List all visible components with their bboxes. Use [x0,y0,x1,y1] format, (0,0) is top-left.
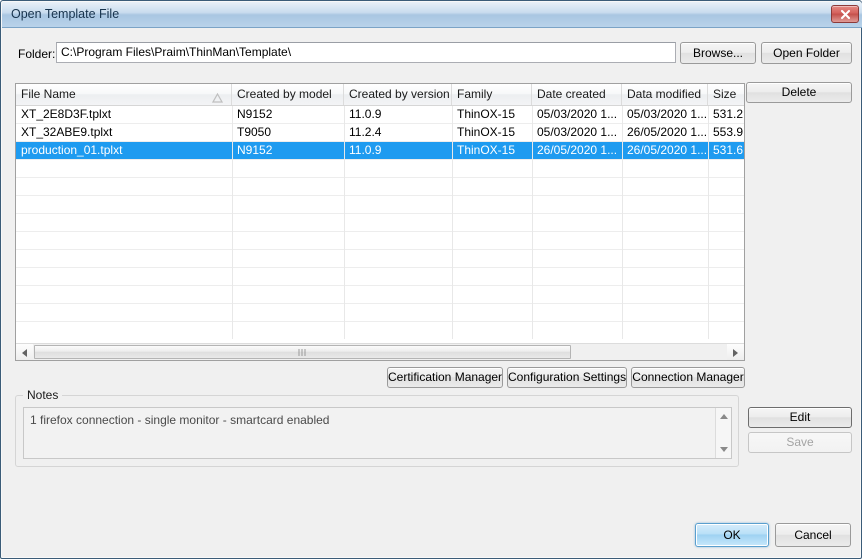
column-header-label: Data modified [627,87,702,101]
column-header-created-by-version[interactable]: Created by version [344,84,452,105]
table-row-empty [16,232,744,250]
horizontal-scrollbar[interactable] [16,343,744,360]
column-header-label: Size [713,87,737,101]
notes-scroll-up-arrow[interactable] [716,408,731,424]
column-header-label: Created by version [349,87,450,101]
table-row-empty [16,178,744,196]
notes-scroll-down-arrow[interactable] [716,442,731,458]
cell-created-by-model: N9152 [237,107,273,121]
scroll-thumb[interactable] [34,345,571,359]
open-template-file-dialog: Open Template File Folder: C:\Program Fi… [0,0,862,559]
column-separator [344,106,345,339]
column-separator [532,106,533,339]
table-row-empty [16,250,744,268]
cell-data-modified: 26/05/2020 1... [627,143,708,157]
cell-data-modified: 26/05/2020 1... [627,125,708,139]
table-header-row: File Name Created by model Created by vers… [16,84,744,106]
notes-vertical-scrollbar[interactable] [715,408,731,458]
column-separator [708,106,709,339]
column-separator [622,106,623,339]
configuration-settings-button[interactable]: Configuration Settings [507,367,627,388]
delete-button[interactable]: Delete [746,82,852,103]
table-row[interactable]: production_01.tplxt N9152 11.0.9 ThinOX-15 2… [16,142,744,160]
save-button: Save [748,432,852,453]
cell-data-modified: 05/03/2020 1... [627,107,708,121]
window-title: Open Template File [11,7,120,21]
cell-date-created: 05/03/2020 1... [537,125,618,139]
sort-ascending-icon [211,89,224,105]
cell-family: ThinOX-15 [457,107,516,121]
scroll-grip-icon [298,349,307,356]
ok-button[interactable]: OK [695,523,769,547]
connection-manager-button[interactable]: Connection Manager [631,367,745,388]
cell-family: ThinOX-15 [457,143,516,157]
table-row-empty [16,196,744,214]
table-row-empty [16,160,744,178]
cell-created-by-version: 11.0.9 [349,143,382,157]
cell-created-by-version: 11.2.4 [349,125,382,139]
table-row[interactable]: XT_2E8D3F.tplxt N9152 11.0.9 ThinOX-15 05/03… [16,106,744,124]
cell-size: 531.2 K [713,107,744,121]
cell-created-by-version: 11.0.9 [349,107,382,121]
table-row-empty [16,322,744,339]
column-header-date-created[interactable]: Date created [532,84,622,105]
column-header-created-by-model[interactable]: Created by model [232,84,344,105]
column-header-family[interactable]: Family [452,84,532,105]
column-header-size[interactable]: Size [708,84,744,105]
browse-button[interactable]: Browse... [680,42,756,64]
column-separator [232,106,233,339]
column-header-data-modified[interactable]: Data modified [622,84,708,105]
cell-file-name: XT_32ABE9.tplxt [21,125,113,139]
cell-size: 553.9 K [713,125,744,139]
column-header-file-name[interactable]: File Name [16,84,232,105]
scroll-right-arrow[interactable] [727,344,744,360]
table-row-empty [16,304,744,322]
certification-manager-button[interactable]: Certification Manager [387,367,503,388]
title-bar: Open Template File [2,2,862,28]
cell-date-created: 05/03/2020 1... [537,107,618,121]
cell-file-name: XT_2E8D3F.tplxt [21,107,112,121]
table-body: XT_2E8D3F.tplxt N9152 11.0.9 ThinOX-15 05/03… [16,106,744,339]
column-header-label: File Name [21,87,76,101]
column-header-label: Date created [537,87,606,101]
close-icon[interactable] [831,5,859,23]
cancel-button[interactable]: Cancel [775,523,851,547]
table-row-empty [16,268,744,286]
edit-button[interactable]: Edit [748,407,852,428]
cell-created-by-model: N9152 [237,143,273,157]
column-header-label: Family [457,87,493,101]
notes-textarea[interactable]: 1 firefox connection - single monitor - … [23,407,732,459]
open-folder-button[interactable]: Open Folder [761,42,852,64]
folder-path-input[interactable]: C:\Program Files\Praim\ThinMan\Template\ [56,42,676,63]
cell-family: ThinOX-15 [457,125,516,139]
notes-text: 1 firefox connection - single monitor - … [30,413,330,427]
cell-created-by-model: T9050 [237,125,272,139]
template-file-list[interactable]: File Name Created by model Created by vers… [15,83,745,361]
table-row-empty [16,286,744,304]
column-separator [452,106,453,339]
cell-size: 531.6 K [713,143,744,157]
folder-label: Folder: [18,47,56,61]
table-row-empty [16,214,744,232]
cell-date-created: 26/05/2020 1... [537,143,618,157]
scroll-left-arrow[interactable] [16,344,33,360]
cell-file-name: production_01.tplxt [21,143,123,157]
column-header-label: Created by model [237,87,332,101]
table-row[interactable]: XT_32ABE9.tplxt T9050 11.2.4 ThinOX-15 05/03… [16,124,744,142]
notes-group-label: Notes [23,388,63,402]
